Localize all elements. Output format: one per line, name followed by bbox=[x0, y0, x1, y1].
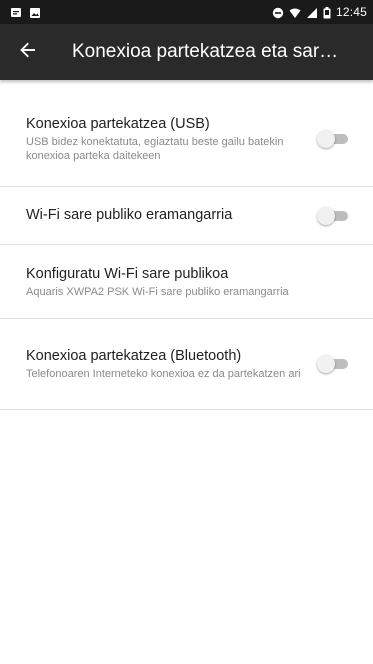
status-bar: 12:45 bbox=[0, 0, 373, 24]
switch-thumb bbox=[317, 130, 335, 148]
setting-bluetooth-tethering[interactable]: Konexioa partekatzea (Bluetooth) Telefon… bbox=[0, 319, 373, 410]
signal-icon bbox=[306, 6, 318, 18]
app-bar: Konexioa partekatzea eta sar… bbox=[0, 24, 373, 80]
setting-subtitle: Aquaris XWPA2 PSK Wi-Fi sare publiko era… bbox=[26, 285, 289, 298]
setting-title: Konexioa partekatzea (USB) bbox=[26, 116, 210, 132]
setting-subtitle: Telefonoaren Interneteko konexioa ez da … bbox=[26, 368, 301, 380]
setting-configure-hotspot[interactable]: Konfiguratu Wi-Fi sare publikoa Aquaris … bbox=[0, 245, 373, 319]
notification-icon bbox=[10, 6, 22, 18]
battery-icon bbox=[323, 6, 331, 19]
setting-title: Konfiguratu Wi-Fi sare publikoa bbox=[26, 265, 229, 282]
wifi-icon bbox=[289, 6, 301, 18]
image-icon bbox=[29, 6, 41, 18]
wifi-hotspot-switch[interactable] bbox=[317, 206, 351, 226]
setting-title: Wi-Fi sare publiko eramangarria bbox=[26, 207, 233, 223]
switch-thumb bbox=[317, 206, 335, 225]
setting-subtitle: USB bidez konektatuta, egiaztatu beste g… bbox=[26, 136, 284, 162]
do-not-disturb-icon bbox=[272, 6, 284, 19]
back-button[interactable] bbox=[4, 28, 52, 76]
setting-wifi-hotspot[interactable]: Wi-Fi sare publiko eramangarria bbox=[0, 187, 373, 245]
bluetooth-tethering-switch[interactable] bbox=[317, 354, 351, 374]
setting-usb-tethering[interactable]: Konexioa partekatzea (USB) USB bidez kon… bbox=[0, 92, 373, 187]
settings-list: Konexioa partekatzea (USB) USB bidez kon… bbox=[0, 98, 373, 410]
status-time: 12:45 bbox=[335, 5, 367, 19]
arrow-back-icon bbox=[19, 41, 37, 64]
page-title: Konexioa partekatzea eta sar… bbox=[72, 41, 339, 62]
switch-thumb bbox=[317, 355, 335, 373]
setting-title: Konexioa partekatzea (Bluetooth) bbox=[26, 348, 242, 364]
usb-tethering-switch[interactable] bbox=[317, 129, 351, 149]
